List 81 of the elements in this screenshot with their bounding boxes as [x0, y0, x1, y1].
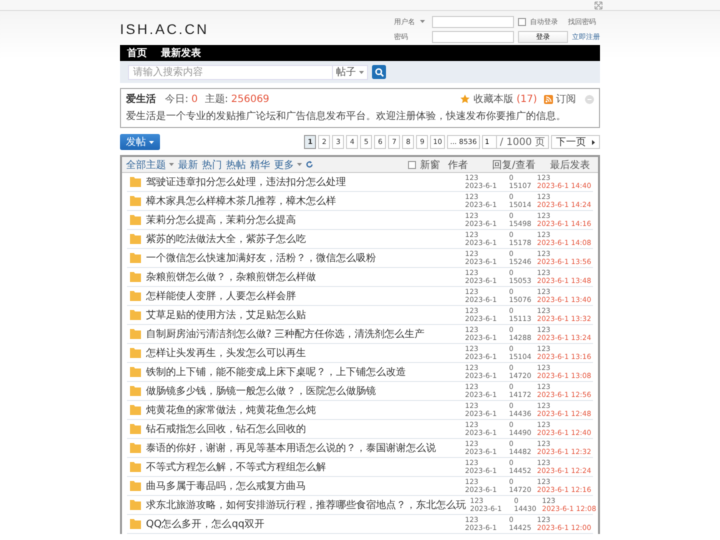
rss-icon	[544, 94, 553, 104]
password-field[interactable]	[432, 30, 514, 42]
search-button[interactable]	[372, 65, 386, 79]
nav-link[interactable]: 首页	[127, 46, 147, 60]
auto-login-checkbox[interactable]	[518, 18, 526, 26]
subscribe-link[interactable]: 订阅	[556, 92, 576, 106]
favorite-link[interactable]: 收藏本版	[473, 92, 514, 106]
filter-link[interactable]: 精华	[250, 158, 270, 172]
new-window-label: 新窗	[420, 158, 440, 172]
caret-icon	[149, 140, 154, 144]
star-icon	[460, 94, 470, 104]
thread-title-link[interactable]: 驾驶证违章扣分怎么处理，违法扣分怎么处理	[146, 175, 461, 189]
filter-link[interactable]: 热帖	[226, 158, 246, 172]
column-header: 最后发表	[550, 158, 591, 172]
filter-link[interactable]: 最新	[178, 158, 198, 172]
thread-title-link[interactable]: 茉莉分怎么提高，茉莉分怎么提高	[146, 213, 461, 227]
page-total: / 1000 页	[500, 136, 545, 149]
thread-title-link[interactable]: 紫苏的吃法做法大全，紫苏子怎么吃	[146, 232, 461, 246]
folder-icon	[130, 177, 141, 187]
folder-icon	[130, 234, 141, 244]
folder-icon	[130, 500, 141, 510]
today-label: 今日:	[165, 93, 188, 106]
folder-icon	[130, 405, 141, 415]
thread-title-link[interactable]: 怎样能使人变胖，人要怎么样会胖	[146, 289, 461, 303]
folder-icon	[130, 272, 141, 282]
thread-title-link[interactable]: QQ怎么多开，怎么qq双开	[146, 517, 461, 531]
folder-icon	[130, 329, 141, 339]
thread-title-link[interactable]: 泰语的你好，谢谢，再见等基本用语怎么说的？，泰国谢谢怎么说	[146, 441, 461, 455]
column-header: 回复/查看	[492, 158, 536, 172]
thread-title-link[interactable]: 做肠镜多少钱，肠镜一般怎么做？，医院怎么做肠镜	[146, 384, 461, 398]
thread-title-link[interactable]: 曲马多属于毒品吗，怎么戒复方曲马	[146, 479, 461, 493]
thread-title-link[interactable]: 樟木家具怎么样樟木茶几推荐，樟木怎么样	[146, 194, 461, 208]
nav-link[interactable]: 最新发表	[161, 46, 201, 60]
search-scope-dropdown[interactable]: 帖子	[332, 64, 368, 80]
caret-icon	[297, 163, 302, 166]
refresh-icon[interactable]	[306, 161, 313, 168]
caret-icon	[420, 20, 425, 23]
caret-icon	[592, 140, 595, 144]
site-logo[interactable]: ISH.AC.CN	[120, 21, 209, 37]
username-field[interactable]	[432, 16, 514, 28]
folder-icon	[130, 215, 141, 225]
next-page-button[interactable]: 下一页	[551, 135, 600, 149]
folder-icon	[130, 481, 141, 491]
caret-icon	[169, 163, 174, 166]
today-count: 0	[191, 94, 198, 104]
threads-count: 256069	[231, 94, 270, 104]
folder-icon	[130, 310, 141, 320]
forum-description: 爱生活是一个专业的发贴推广论坛和广告信息发布平台。欢迎注册体验，快速发布你要推广的信息。	[126, 110, 567, 123]
folder-icon	[130, 386, 141, 396]
thread-title-link[interactable]: 不等式方程怎么解，不等式方程组怎么解	[146, 460, 461, 474]
favorite-count: (17)	[516, 94, 537, 104]
thread-title-link[interactable]: 怎样让头发再生，头发怎么可以再生	[146, 346, 461, 360]
thread-title-link[interactable]: 艾草足贴的使用方法，艾足贴怎么贴	[146, 308, 461, 322]
filter-dropdown[interactable]: 全部主题	[126, 158, 174, 172]
post-button[interactable]: 发帖	[120, 134, 160, 150]
forum-name: 爱生活	[126, 92, 156, 106]
folder-icon	[130, 291, 141, 301]
thread-title-link[interactable]: 一个微信怎么快速加满好友，活粉？，微信怎么吸粉	[146, 251, 461, 265]
filter-dropdown[interactable]: 更多	[274, 158, 302, 172]
thread-title-link[interactable]: 钻石戒指怎么回收，钻石怎么回收的	[146, 422, 461, 436]
folder-icon	[130, 367, 141, 377]
folder-icon	[130, 424, 141, 434]
threads-label: 主题:	[204, 92, 228, 106]
thread-title-link[interactable]: 炖黄花鱼的家常做法，炖黄花鱼怎么炖	[146, 403, 461, 417]
folder-icon	[130, 519, 141, 529]
filter-link[interactable]: 热门	[202, 158, 222, 172]
caret-icon	[359, 70, 364, 74]
folder-icon	[130, 462, 141, 472]
folder-icon	[130, 443, 141, 453]
column-header: 作者	[448, 158, 469, 172]
thread-title-link[interactable]: 自制厨房油污清洁剂怎么做? 三种配方任你选，清洗剂怎么生产	[146, 327, 461, 341]
thread-title-link[interactable]: 铁制的上下铺，能不能变成上床下桌呢？，上下铺怎么改造	[146, 365, 461, 379]
folder-icon	[130, 196, 141, 206]
folder-icon	[130, 348, 141, 358]
search-field[interactable]: 请输入搜索内容	[128, 64, 333, 80]
thread-title-link[interactable]: 杂粮煎饼怎么做？，杂粮煎饼怎么样做	[146, 270, 461, 284]
search-icon	[374, 68, 384, 76]
folder-icon	[130, 253, 141, 263]
expand-icon[interactable]	[594, 1, 603, 10]
new-window-checkbox[interactable]	[408, 160, 416, 168]
thread-title-link[interactable]: 求东北旅游攻略，如何安排游玩行程，推荐哪些食宿地点？，东北怎么玩	[146, 498, 466, 512]
